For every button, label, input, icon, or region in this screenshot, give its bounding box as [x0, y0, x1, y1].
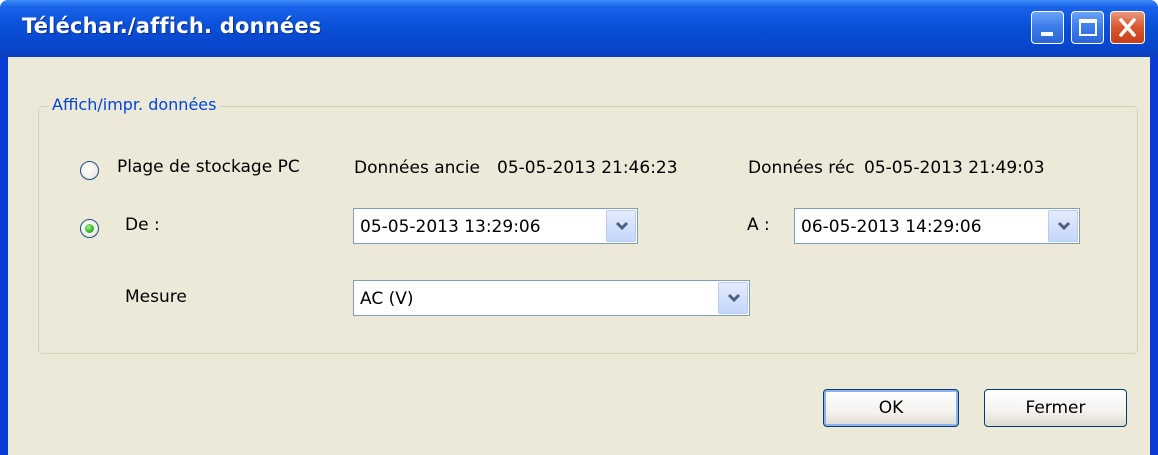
ok-button[interactable]: OK: [823, 389, 959, 427]
to-date-dropdown-button[interactable]: [1048, 210, 1078, 242]
maximize-icon: [1079, 19, 1097, 36]
chevron-down-icon: [1057, 221, 1071, 231]
from-date-dropdown[interactable]: 05-05-2013 13:29:06: [353, 208, 638, 244]
from-date-value: 05-05-2013 13:29:06: [360, 217, 541, 237]
to-date-dropdown[interactable]: 06-05-2013 14:29:06: [794, 208, 1080, 244]
from-date-dropdown-button[interactable]: [606, 210, 636, 242]
radio-selected-dot: [85, 224, 94, 233]
group-legend: Affich/impr. données: [49, 95, 220, 114]
close-window-button[interactable]: [1110, 11, 1145, 44]
measure-dropdown-button[interactable]: [718, 282, 748, 314]
dialog-client-area: Affich/impr. données Plage de stockage P…: [8, 57, 1150, 455]
pc-range-radio[interactable]: [80, 161, 99, 180]
measure-label: Mesure: [125, 287, 187, 307]
newest-data-label: Données réc: [748, 158, 855, 178]
maximize-button[interactable]: [1071, 11, 1104, 44]
minimize-icon: [1041, 32, 1053, 36]
chevron-down-icon: [727, 293, 741, 303]
title-bar[interactable]: Téléchar./affich. données: [0, 0, 1158, 57]
date-range-radio[interactable]: [80, 219, 99, 238]
measure-dropdown[interactable]: AC (V): [353, 280, 750, 316]
measure-value: AC (V): [360, 289, 414, 309]
oldest-data-label: Données ancie: [354, 158, 480, 178]
pc-range-label[interactable]: Plage de stockage PC: [117, 157, 300, 177]
to-label: A :: [747, 215, 770, 235]
close-icon: [1119, 18, 1136, 37]
from-label: De :: [125, 215, 160, 235]
dialog-window: Téléchar./affich. données Affich/impr. d…: [0, 0, 1158, 455]
close-button[interactable]: Fermer: [984, 389, 1127, 427]
newest-data-value: 05-05-2013 21:49:03: [864, 158, 1045, 178]
window-title: Téléchar./affich. données: [22, 14, 322, 38]
oldest-data-value: 05-05-2013 21:46:23: [497, 158, 678, 178]
to-date-value: 06-05-2013 14:29:06: [801, 217, 982, 237]
minimize-button[interactable]: [1031, 11, 1064, 44]
chevron-down-icon: [615, 221, 629, 231]
